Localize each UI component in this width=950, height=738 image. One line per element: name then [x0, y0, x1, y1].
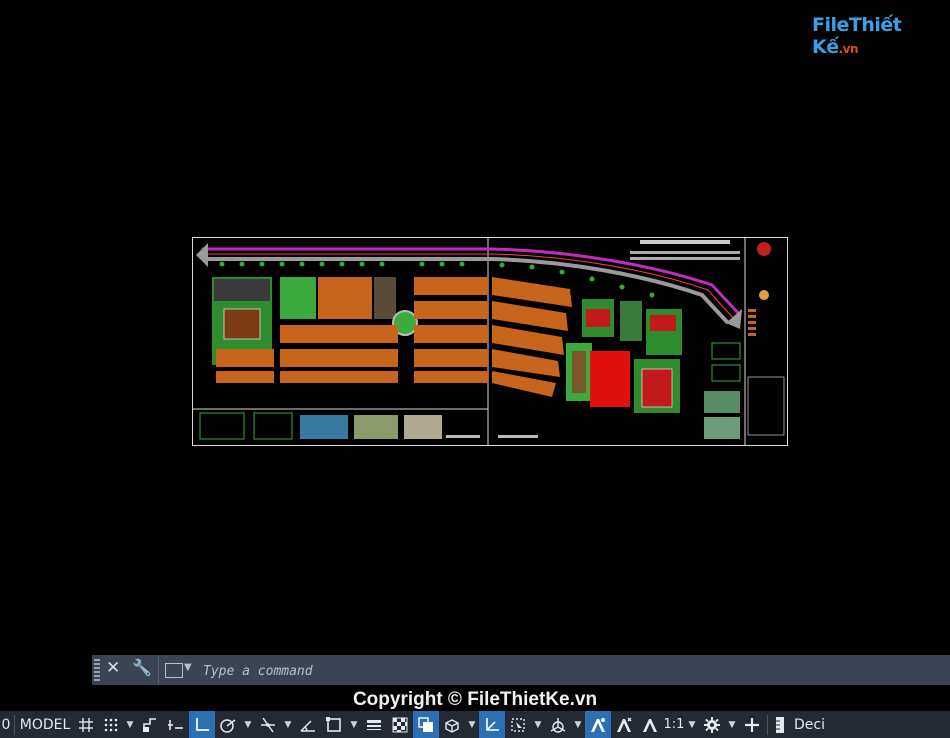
grid-icon[interactable]	[73, 711, 99, 738]
close-icon[interactable]: ✕	[106, 658, 120, 678]
gear-icon[interactable]	[699, 711, 725, 738]
lineweight-icon[interactable]	[361, 711, 387, 738]
snap-dots-icon[interactable]	[99, 711, 123, 738]
object-snap-icon[interactable]	[321, 711, 347, 738]
isometric-drafting-icon[interactable]	[255, 711, 281, 738]
status-bar: 0 MODEL ▼ ▼ ▼ ▼ ▼ ▼ ▼ 1:1 ▼ ▼ Deci	[0, 711, 950, 738]
annotation-scale-value[interactable]: 1:1	[663, 711, 685, 738]
chevron-down-icon[interactable]: ▼	[184, 662, 192, 673]
drawing-viewport[interactable]: FileThiết Kế.vn	[0, 0, 950, 655]
object-snap-tracking-icon[interactable]	[295, 711, 321, 738]
chevron-down-icon[interactable]: ▼	[281, 711, 295, 738]
chevron-down-icon[interactable]: ▼	[123, 711, 137, 738]
command-prompt-icon[interactable]	[165, 663, 183, 678]
polar-tracking-icon[interactable]	[215, 711, 241, 738]
selection-cycling-icon[interactable]	[413, 711, 439, 738]
units-icon[interactable]	[770, 711, 790, 738]
units-value[interactable]: Deci	[790, 711, 826, 738]
dynamic-input-icon[interactable]	[163, 711, 189, 738]
cad-site-plan	[192, 237, 788, 446]
gizmo-icon[interactable]	[545, 711, 571, 738]
chevron-down-icon[interactable]: ▼	[347, 711, 361, 738]
command-line-bar: ✕ 🔧 ▼	[92, 655, 950, 685]
ortho-mode-icon[interactable]	[189, 711, 215, 738]
command-field: ▼	[158, 656, 950, 684]
plus-icon[interactable]	[739, 711, 765, 738]
infer-constraints-icon[interactable]	[137, 711, 163, 738]
auto-scale-icon[interactable]	[611, 711, 637, 738]
command-input[interactable]	[201, 660, 925, 682]
chevron-down-icon[interactable]: ▼	[571, 711, 585, 738]
wrench-icon[interactable]: 🔧	[132, 658, 152, 677]
chevron-down-icon[interactable]: ▼	[725, 711, 739, 738]
chevron-down-icon[interactable]: ▼	[465, 711, 479, 738]
chevron-down-icon[interactable]: ▼	[531, 711, 545, 738]
selection-filter-icon[interactable]	[505, 711, 531, 738]
annotation-scale-icon[interactable]	[637, 711, 663, 738]
chevron-down-icon[interactable]: ▼	[685, 711, 699, 738]
dynamic-ucs-icon[interactable]	[479, 711, 505, 738]
copyright-watermark: Copyright © FileThietKe.vn	[352, 689, 598, 710]
3d-object-snap-icon[interactable]	[439, 711, 465, 738]
transparency-icon[interactable]	[387, 711, 413, 738]
chevron-down-icon[interactable]: ▼	[241, 711, 255, 738]
filethietke-logo: FileThiết Kế.vn	[812, 14, 902, 58]
coordinate-value: 0	[1, 716, 11, 733]
annotation-visibility-icon[interactable]	[585, 711, 611, 738]
model-space-button[interactable]: MODEL	[17, 711, 73, 738]
command-line-grip[interactable]	[94, 659, 100, 681]
